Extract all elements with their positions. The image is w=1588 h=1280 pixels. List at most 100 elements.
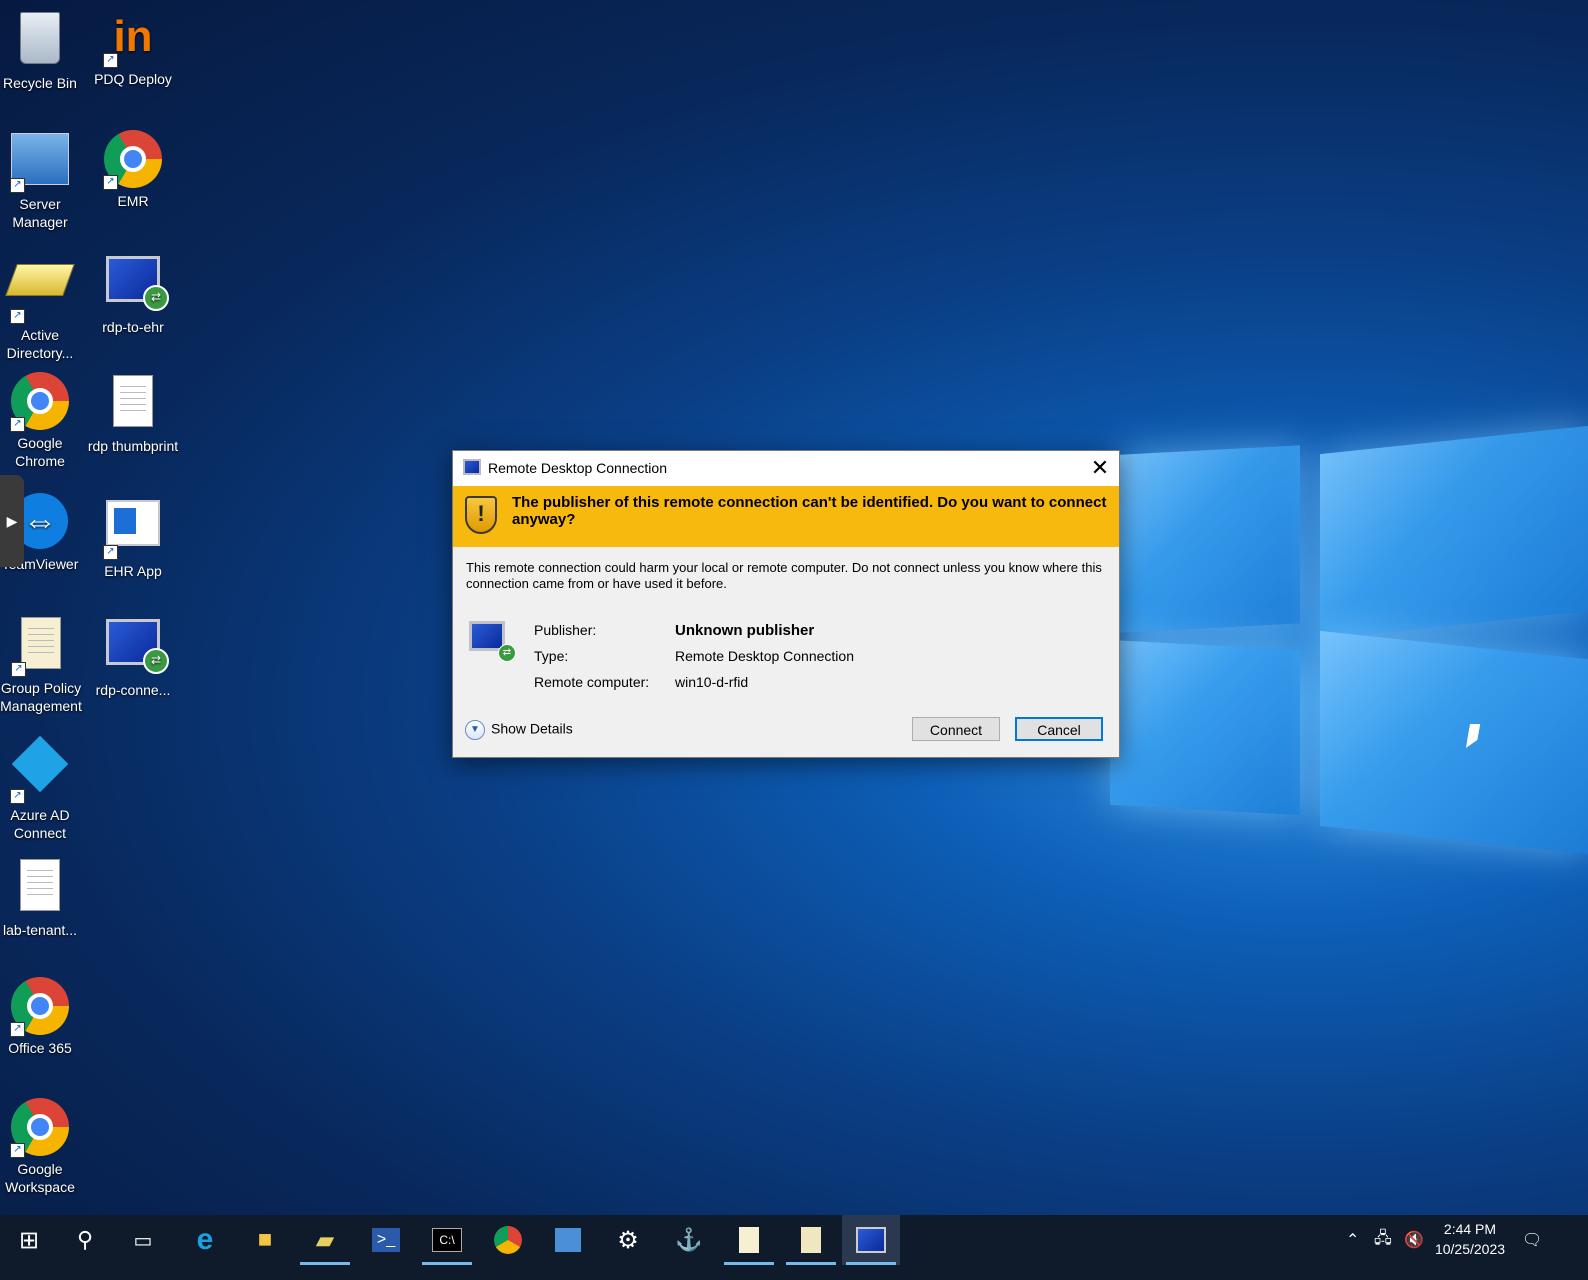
remote-computer-icon: [469, 621, 516, 662]
taskbar-powershell[interactable]: >_: [357, 1215, 415, 1265]
desktop-icon-label: rdp-conne...: [95, 682, 171, 698]
azure-ad-connect-icon: ↗: [10, 735, 70, 804]
ehr-app-icon: ↗: [103, 500, 163, 560]
gear-icon: ⚙: [617, 1226, 639, 1254]
desktop-icon-lab-tenant[interactable]: lab-tenant...: [0, 855, 86, 939]
remote-desktop-icon: [856, 1227, 886, 1253]
desktop-icon-label: PDQ Deploy: [94, 71, 172, 87]
desktop-icon-server-manager[interactable]: ↗ Server Manager: [0, 129, 86, 231]
remote-desktop-icon: ⇄: [103, 256, 169, 316]
rdp-security-dialog: Remote Desktop Connection ✕ ! The publis…: [452, 450, 1120, 758]
chrome-icon: ↗: [10, 1098, 70, 1158]
server-manager-icon: ↗: [10, 133, 70, 193]
chrome-icon: ↗: [10, 977, 70, 1037]
taskbar-command-prompt[interactable]: C:\: [418, 1215, 476, 1265]
cancel-button[interactable]: Cancel: [1015, 717, 1103, 741]
taskbar-chrome[interactable]: [479, 1215, 537, 1265]
chrome-icon: ↗: [103, 130, 163, 190]
windows-start-icon: ⊞: [18, 1226, 40, 1254]
clock-time: 2:44 PM: [1443, 1221, 1497, 1237]
start-button[interactable]: ⊞: [0, 1215, 58, 1265]
desktop-icon-rdp-to-ehr[interactable]: ⇄ rdp-to-ehr: [87, 250, 179, 336]
desktop-icon-label: Group Policy Management: [0, 680, 82, 714]
type-label: Type:: [534, 648, 569, 664]
desktop-icon-label: rdp-to-ehr: [102, 319, 164, 335]
desktop-icon-emr[interactable]: ↗ EMR: [87, 129, 179, 210]
desktop-icon-ehr-app[interactable]: ↗ EHR App: [87, 492, 179, 580]
desktop-icon-pdq-deploy[interactable]: in ↗ PDQ Deploy: [87, 8, 179, 88]
chrome-icon: [494, 1226, 522, 1254]
remote-computer-value: win10-d-rfid: [675, 674, 749, 690]
publisher-value: Unknown publisher: [675, 622, 815, 639]
desktop-icon-rdp-connection[interactable]: ⇄ rdp-conne...: [87, 613, 179, 699]
desktop-icon-label: Office 365: [8, 1040, 72, 1056]
desktop-icon-google-workspace[interactable]: ↗ Google Workspace: [0, 1097, 86, 1196]
notification-center-button[interactable]: 🗨: [1522, 1215, 1542, 1265]
desktop-icon-label: lab-tenant...: [3, 922, 77, 938]
taskbar: ⊞ ⚲ ▭ e ■ ▰ >_ C:\ ⚙ ⚓ ⌃ 🖧 🔇 2:44 PM 10/…: [0, 1215, 1588, 1280]
warning-banner: ! The publisher of this remote connectio…: [453, 486, 1119, 547]
desktop-icon-label: EHR App: [104, 563, 162, 579]
command-prompt-icon: C:\: [432, 1228, 462, 1252]
desktop-icon-label: Active Directory...: [6, 327, 74, 361]
desktop-icon-recycle-bin[interactable]: Recycle Bin: [0, 8, 86, 92]
warning-shield-icon: !: [465, 496, 497, 534]
folder-icon: ■: [257, 1226, 273, 1253]
windows-logo-wallpaper: [1110, 425, 1588, 870]
volume-muted-icon: 🔇: [1404, 1232, 1424, 1249]
desktop-icon-google-chrome[interactable]: ↗ Google Chrome: [0, 371, 86, 470]
taskbar-notepad[interactable]: [720, 1215, 778, 1265]
taskbar-server-manager[interactable]: [539, 1215, 597, 1265]
network-icon: 🖧: [1374, 1229, 1392, 1247]
text-document-icon: [103, 375, 163, 435]
taskbar-active-directory[interactable]: ▰: [296, 1215, 354, 1265]
group-policy-icon: [801, 1227, 821, 1253]
text-document-icon: [10, 859, 70, 919]
clock-date: 10/25/2023: [1434, 1241, 1506, 1257]
desktop-icon-rdp-thumbprint[interactable]: rdp thumbprint: [87, 371, 179, 455]
active-directory-icon: ▰: [315, 1226, 335, 1254]
remote-desktop-icon: [463, 459, 481, 475]
pdq-deploy-icon: in ↗: [103, 8, 163, 68]
active-directory-icon: ↗: [5, 264, 75, 324]
remote-computer-label: Remote computer:: [534, 674, 650, 690]
taskbar-file-explorer[interactable]: ■: [236, 1215, 294, 1265]
desktop-icon-azure-ad-connect[interactable]: ↗ Azure AD Connect: [0, 734, 86, 842]
taskbar-group-policy[interactable]: [782, 1215, 840, 1265]
tray-network[interactable]: 🖧: [1374, 1215, 1392, 1265]
warning-text: The publisher of this remote connection …: [512, 494, 1107, 528]
desktop-icon-group-policy[interactable]: ↗ Group Policy Management: [0, 613, 87, 715]
close-icon[interactable]: ✕: [1081, 451, 1119, 486]
taskbar-clock[interactable]: 2:44 PM 10/25/2023: [1430, 1219, 1510, 1259]
task-view-icon: ▭: [133, 1229, 153, 1252]
dialog-titlebar[interactable]: Remote Desktop Connection ✕: [453, 451, 1119, 486]
remote-desktop-icon: ⇄: [103, 619, 169, 679]
group-policy-icon: ↗: [11, 617, 71, 677]
chrome-icon: ↗: [10, 372, 70, 432]
show-details-toggle[interactable]: ▼ Show Details: [465, 720, 573, 740]
taskbar-remote-desktop[interactable]: [842, 1215, 900, 1265]
desktop-icon-label: Recycle Bin: [3, 75, 77, 91]
desktop-icon-label: Server Manager: [12, 196, 68, 230]
server-manager-icon: [555, 1228, 581, 1252]
task-view-button[interactable]: ▭: [114, 1215, 172, 1265]
recycle-bin-icon: [10, 12, 70, 72]
tray-volume[interactable]: 🔇: [1404, 1215, 1424, 1265]
dialog-description: This remote connection could harm your l…: [466, 560, 1102, 591]
chevron-down-icon: ▼: [465, 720, 485, 740]
notification-icon: 🗨: [1522, 1232, 1543, 1249]
dialog-title: Remote Desktop Connection: [488, 460, 667, 476]
desktop-icon-label: Google Chrome: [15, 435, 65, 469]
desktop-icon-active-directory[interactable]: ↗ Active Directory...: [0, 250, 86, 362]
tray-overflow-button[interactable]: ⌃: [1346, 1215, 1359, 1265]
desktop-icon-label: rdp thumbprint: [87, 438, 179, 454]
type-value: Remote Desktop Connection: [675, 648, 854, 664]
taskbar-settings[interactable]: ⚙: [599, 1215, 657, 1265]
connect-button[interactable]: Connect: [912, 717, 1000, 741]
taskbar-network-tool[interactable]: ⚓: [660, 1215, 718, 1265]
taskbar-internet-explorer[interactable]: e: [176, 1215, 234, 1265]
search-button[interactable]: ⚲: [56, 1215, 114, 1265]
desktop-icon-office-365[interactable]: ↗ Office 365: [0, 976, 86, 1057]
desktop-icon-label: Google Workspace: [5, 1161, 75, 1195]
side-panel-handle[interactable]: ▶: [0, 475, 24, 567]
